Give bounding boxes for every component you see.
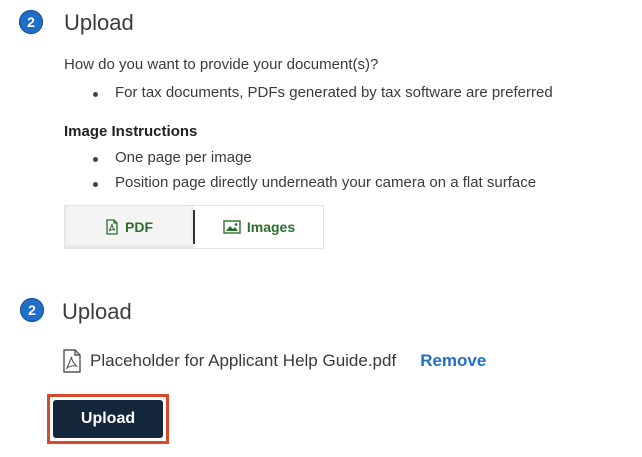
section-title: Upload <box>64 10 134 35</box>
bullet-dot <box>93 182 98 187</box>
upload-button-highlight: Upload <box>47 394 169 444</box>
pdf-file-icon <box>63 349 81 373</box>
instruction-item: One page per image <box>115 149 252 166</box>
step-badge: 2 <box>19 10 43 34</box>
image-instructions-heading: Image Instructions <box>64 123 198 140</box>
bullet-dot <box>93 92 98 97</box>
pdf-option-button[interactable]: PDF <box>65 206 193 248</box>
attached-file-row: Placeholder for Applicant Help Guide.pdf… <box>62 349 486 373</box>
upload-question: How do you want to provide your document… <box>64 56 379 73</box>
remove-file-link[interactable]: Remove <box>420 351 486 371</box>
images-option-button[interactable]: Images <box>195 206 323 248</box>
pdf-file-icon <box>106 219 118 235</box>
section-title: Upload <box>62 299 132 324</box>
images-option-label: Images <box>246 219 296 235</box>
instruction-item: Position page directly underneath your c… <box>115 174 537 191</box>
image-icon <box>223 220 241 234</box>
document-type-toggle: PDF Images <box>64 205 324 249</box>
bullet-dot <box>93 157 98 162</box>
pdf-option-label: PDF <box>125 219 153 235</box>
step-badge: 2 <box>20 298 44 322</box>
tax-documents-note: For tax documents, PDFs generated by tax… <box>115 84 553 101</box>
file-name: Placeholder for Applicant Help Guide.pdf <box>90 351 397 370</box>
upload-button[interactable]: Upload <box>53 400 163 438</box>
